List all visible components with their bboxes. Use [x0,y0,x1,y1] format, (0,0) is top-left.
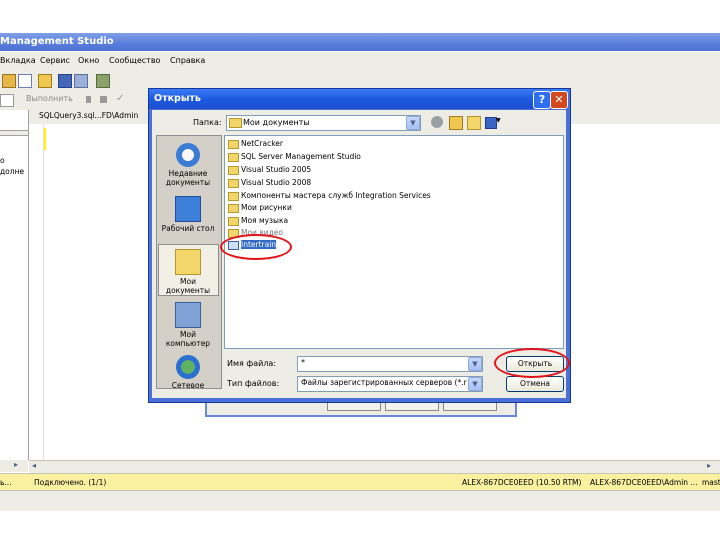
main-window-title: Management Studio [0,33,720,51]
folder-icon [228,191,239,201]
dialog-title-bar[interactable] [149,89,568,109]
scroll-right-icon[interactable]: ▸ [707,461,711,470]
tree-node-text[interactable]: о [0,156,5,165]
cancel-button[interactable]: Отмена [506,376,564,392]
folder-icon [228,152,239,162]
file-name-field[interactable]: * [297,356,483,372]
list-item[interactable]: SQL Server Management Studio [228,152,361,162]
close-button[interactable]: ✕ [550,91,568,109]
place-my-documents[interactable]: Мои документы [157,249,219,295]
recent-docs-icon [176,143,200,167]
connection-status: Подключено. (1/1) [34,478,107,487]
debug-icon[interactable] [86,96,91,103]
folder-icon [228,139,239,149]
menu-item-tools[interactable]: Сервис [40,52,70,70]
chevron-down-icon[interactable]: ▼ [468,357,482,371]
place-label: Рабочий стол [161,224,215,233]
look-in-value: Мои документы [243,118,310,127]
list-item[interactable]: Моя музыка [228,216,288,226]
new-folder-icon[interactable] [467,116,481,130]
menu-item-help[interactable]: Справка [170,52,205,70]
status-bar: ь... Подключено. (1/1) ALEX-867DCE0EED (… [0,473,720,491]
place-label: Сетевое [171,381,205,390]
place-label: Недавние документы [165,169,211,187]
file-type-select[interactable]: Файлы зарегистрированных серверов (*.re [297,376,483,392]
tab-sql-query[interactable]: SQLQuery3.sql...FD\Admin [39,111,138,120]
save-all-icon[interactable] [74,74,88,88]
file-type-label: Тип файлов: [227,379,280,388]
file-type-value: Файлы зарегистрированных серверов (*.re [301,378,467,387]
changed-line-marker [44,128,46,150]
help-button[interactable]: ? [533,91,551,109]
back-icon[interactable] [431,116,443,128]
stop-icon[interactable] [100,96,107,103]
database-status: mast [702,478,720,487]
server-status: ALEX-867DCE0EED (10.50 RTM) [462,478,582,487]
chevron-down-icon[interactable]: ▼ [406,116,420,130]
status-left-text: ь... [0,478,12,487]
list-item[interactable]: Мои рисунки [228,203,292,213]
chevron-down-icon[interactable]: ▼ [496,117,501,124]
list-item[interactable]: Компоненты мастера служб Integration Ser… [228,191,431,201]
object-explorer-toolbar [0,130,28,136]
window-status-strip [0,490,720,511]
look-in-label: Папка: [193,118,222,127]
annotation-circle-selected-file [220,234,292,260]
database-combo[interactable] [0,94,14,107]
activity-monitor-icon[interactable] [96,74,110,88]
place-label: Мои документы [165,277,211,295]
scroll-left-icon[interactable]: ◂ [32,461,36,470]
menu-item-community[interactable]: Сообщество [109,52,160,70]
menu-bar: Вкладка Сервис Окно Сообщество Справка [0,52,720,70]
parse-check-icon[interactable]: ✓ [116,93,124,104]
folder-icon [228,178,239,188]
music-folder-icon [228,216,239,226]
place-desktop[interactable]: Рабочий стол [157,196,219,233]
my-documents-icon [175,249,201,275]
new-query-icon[interactable] [2,74,16,88]
list-item[interactable]: Visual Studio 2008 [228,178,311,188]
menu-item-window[interactable]: Окно [78,52,99,70]
save-icon[interactable] [58,74,72,88]
folder-icon [229,118,242,128]
pictures-folder-icon [228,203,239,213]
menu-item-tab[interactable]: Вкладка [0,52,36,70]
place-my-computer[interactable]: Мой компьютер [157,302,219,348]
dialog-title: Открыть [154,93,201,104]
execute-button[interactable]: Выполнить [26,94,73,103]
new-file-icon[interactable] [18,74,32,88]
annotation-circle-open-button [494,348,570,378]
place-network[interactable]: Сетевое [157,355,219,390]
my-computer-icon [175,302,201,328]
desktop-icon [175,196,201,222]
file-name-value: * [301,358,305,367]
editor-margin [29,124,44,460]
place-recent-documents[interactable]: Недавние документы [157,143,219,187]
list-item[interactable]: Visual Studio 2005 [228,165,311,175]
object-explorer-panel: о долне [0,110,29,460]
list-item[interactable]: NetCracker [228,139,283,149]
scroll-right-icon[interactable]: ▸ [14,460,18,469]
place-label: Мой компьютер [165,330,211,348]
editor-horizontal-scrollbar[interactable]: ◂ ▸ [29,460,720,473]
network-icon [176,355,200,379]
left-horizontal-scrollbar[interactable]: ▸ [0,460,28,472]
folder-icon [228,165,239,175]
file-name-label: Имя файла: [227,359,277,368]
chevron-down-icon[interactable]: ▼ [468,377,482,391]
up-folder-icon[interactable] [449,116,463,130]
user-status: ALEX-867DCE0EED\Admin ... [590,478,698,487]
tree-node-text[interactable]: долне [0,167,24,176]
open-folder-icon[interactable] [38,74,52,88]
